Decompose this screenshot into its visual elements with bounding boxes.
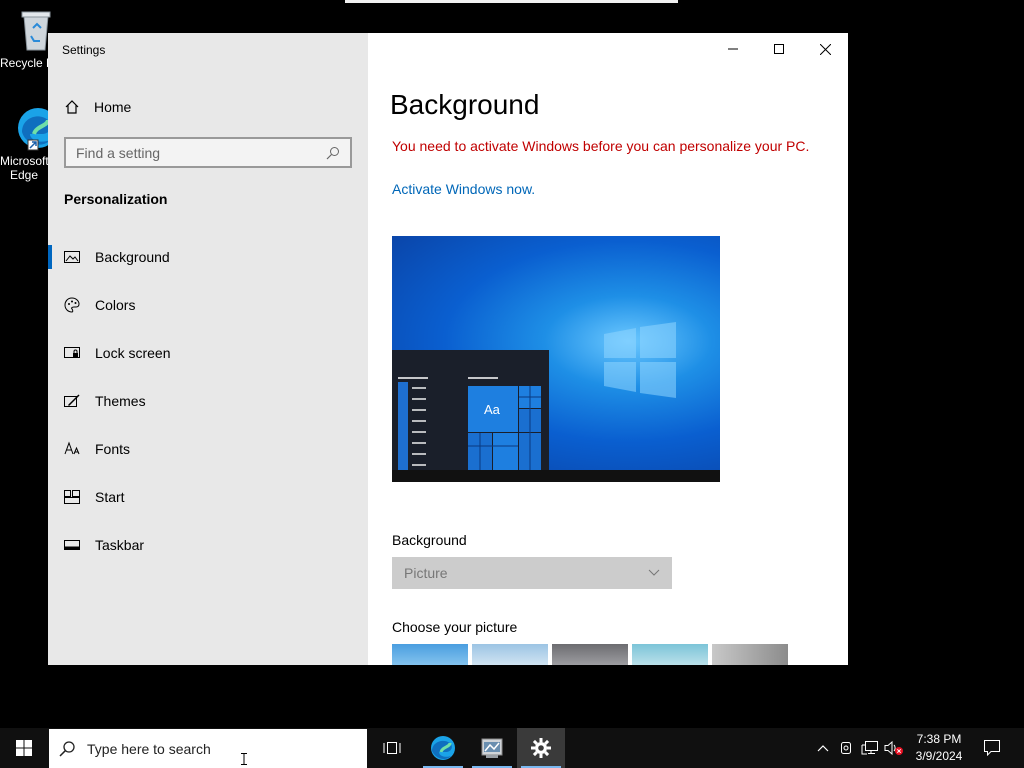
page-title: Background [390, 89, 540, 120]
chevron-up-icon [817, 745, 829, 752]
settings-sidebar: Settings Home Find a setting Personaliza… [48, 33, 368, 665]
start-icon [64, 489, 80, 505]
network-icon [861, 741, 878, 755]
windows-logo-glow [604, 322, 676, 398]
close-button[interactable] [802, 33, 848, 65]
background-type-label: Background [392, 532, 467, 548]
sidebar-item-lock-screen[interactable]: Lock screen [48, 329, 368, 377]
picture-thumbnail[interactable] [392, 644, 468, 665]
find-setting-placeholder: Find a setting [76, 144, 161, 161]
sidebar-item-label: Taskbar [95, 537, 145, 553]
taskbar: Type here to search 7:38 PM 3/9/2024 [0, 728, 1024, 768]
background-type-select[interactable]: Picture [392, 557, 672, 589]
personalization-nav: Background Colors Lock screen Themes Fon… [48, 233, 368, 569]
chevron-down-icon [648, 569, 660, 576]
picture-thumbnails [392, 644, 788, 665]
sidebar-item-themes[interactable]: Themes [48, 377, 368, 425]
settings-content: Background You need to activate Windows … [368, 33, 848, 665]
picture-thumbnail[interactable] [632, 644, 708, 665]
settings-window: Settings Home Find a setting Personaliza… [48, 33, 848, 665]
task-view-button[interactable] [368, 728, 416, 768]
start-button[interactable] [0, 728, 48, 768]
nav-home-label: Home [94, 99, 132, 115]
sidebar-item-label: Colors [95, 297, 136, 313]
minimize-icon [728, 48, 738, 50]
background-window-edge [345, 0, 678, 3]
gear-icon [531, 738, 551, 758]
preview-start-tiles [398, 377, 541, 470]
tray-volume-button[interactable] [883, 728, 905, 768]
taskbar-clock[interactable]: 7:38 PM 3/9/2024 [906, 731, 972, 765]
show-hidden-icons-button[interactable] [812, 728, 834, 768]
windows-security-icon [841, 742, 851, 754]
background-type-value: Picture [404, 565, 448, 581]
tray-network-button[interactable] [859, 728, 881, 768]
picture-thumbnail[interactable] [712, 644, 788, 665]
maximize-icon [774, 44, 784, 54]
caption-buttons [710, 33, 848, 65]
sidebar-item-label: Fonts [95, 441, 131, 457]
preview-tile-text: Aa [484, 402, 500, 417]
taskbar-settings-button[interactable] [517, 728, 565, 768]
sidebar-item-label: Lock screen [95, 345, 171, 361]
sidebar-item-label: Background [95, 249, 170, 265]
picture-thumbnail[interactable] [472, 644, 548, 665]
search-icon [326, 146, 339, 159]
clock-date: 3/9/2024 [915, 749, 963, 763]
clock-time: 7:38 PM [916, 732, 962, 746]
picture-icon [64, 249, 80, 265]
windows-start-icon [16, 740, 32, 756]
home-icon [65, 100, 79, 114]
desktop-icon-label: Microsoft Edge [0, 154, 48, 182]
sidebar-item-start[interactable]: Start [48, 473, 368, 521]
taskbar-icon [64, 537, 80, 553]
sidebar-item-label: Start [95, 489, 125, 505]
sidebar-item-label: Themes [95, 393, 146, 409]
lock-screen-icon [64, 345, 80, 361]
volume-muted-icon [884, 740, 903, 756]
background-preview: Aa [392, 236, 720, 482]
activate-windows-link[interactable]: Activate Windows now. [392, 181, 535, 197]
notification-icon [984, 740, 1000, 756]
palette-icon [64, 297, 80, 313]
server-manager-icon [481, 738, 503, 758]
maximize-button[interactable] [756, 33, 802, 65]
desktop-icon-label: Recycle Bin [0, 56, 48, 70]
action-center-button[interactable] [976, 728, 1008, 768]
minimize-button[interactable] [710, 33, 756, 65]
sidebar-item-taskbar[interactable]: Taskbar [48, 521, 368, 569]
task-view-icon [383, 742, 401, 754]
text-cursor-icon [241, 753, 247, 765]
sidebar-item-colors[interactable]: Colors [48, 281, 368, 329]
preview-taskbar [392, 470, 720, 482]
edge-icon [431, 736, 455, 760]
picture-thumbnail[interactable] [552, 644, 628, 665]
section-title: Personalization [64, 191, 168, 207]
taskbar-server-manager-button[interactable] [468, 728, 516, 768]
sidebar-item-background[interactable]: Background [48, 233, 368, 281]
brush-icon [64, 393, 80, 409]
nav-home[interactable]: Home [64, 95, 131, 119]
close-icon [819, 43, 831, 55]
tray-security-button[interactable] [836, 728, 856, 768]
sidebar-item-fonts[interactable]: Fonts [48, 425, 368, 473]
activation-warning: You need to activate Windows before you … [392, 138, 810, 154]
taskbar-edge-button[interactable] [419, 728, 467, 768]
window-title: Settings [62, 43, 106, 57]
choose-picture-label: Choose your picture [392, 619, 518, 635]
search-icon [59, 740, 75, 757]
taskbar-search-placeholder: Type here to search [87, 740, 211, 757]
taskbar-search-box[interactable]: Type here to search [49, 729, 367, 768]
find-setting-input[interactable]: Find a setting [64, 137, 352, 168]
font-icon [64, 441, 80, 457]
